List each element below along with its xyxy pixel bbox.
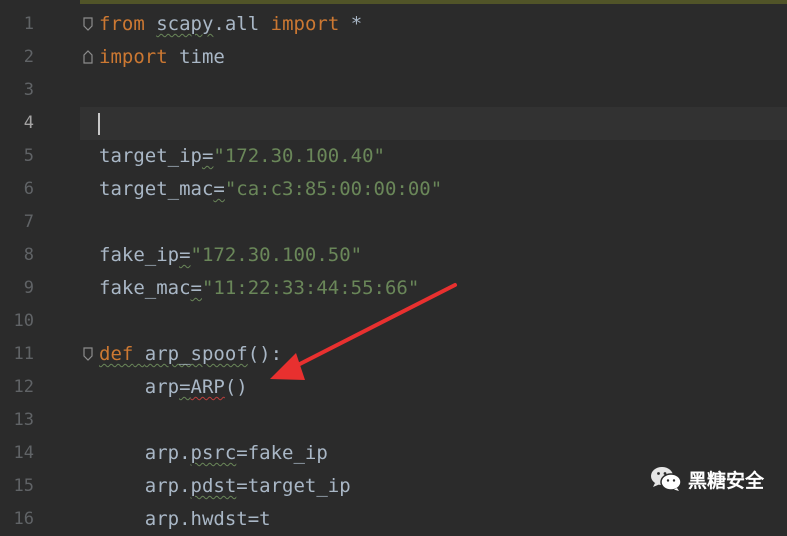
- watermark-text: 黑糖安全: [688, 469, 765, 492]
- wechat-icon: [651, 467, 682, 491]
- annotation-arrow: [270, 283, 457, 380]
- code-editor[interactable]: 1 from scapy.all import * 2 import time 3 4 5 t…: [0, 0, 787, 530]
- watermark: 黑糖安全: [650, 462, 764, 496]
